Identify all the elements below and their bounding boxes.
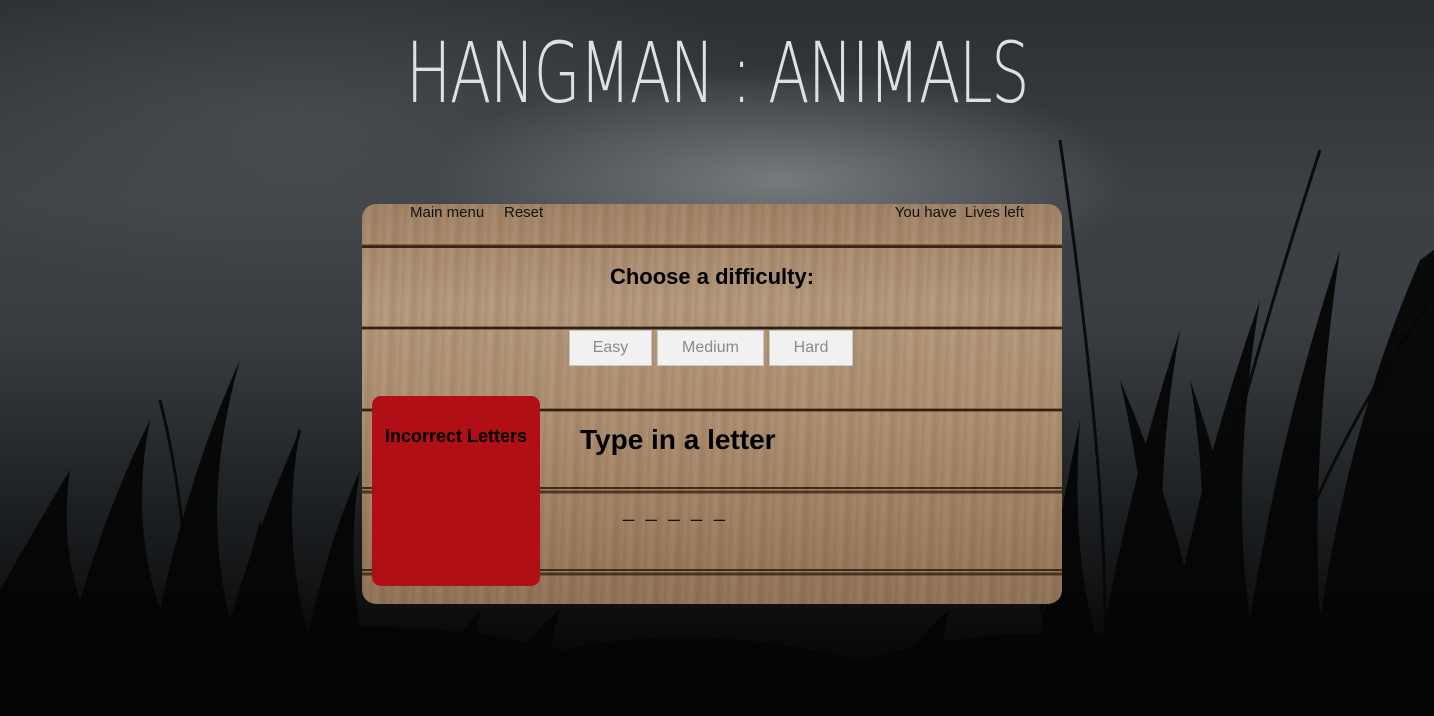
game-board: Main menu Reset You have Lives left Choos…: [362, 204, 1062, 604]
incorrect-letters-panel: Incorrect Letters: [372, 396, 540, 586]
page-title: HANGMAN : ANIMALS: [405, 24, 1030, 122]
plank-divider: [362, 327, 1062, 329]
letter-prompt: Type in a letter: [580, 424, 776, 455]
difficulty-button-group: Easy Medium Hard: [569, 330, 853, 366]
main-menu-link[interactable]: Main menu: [410, 204, 484, 222]
lives-indicator: You have Lives left: [895, 204, 1024, 222]
difficulty-heading: Choose a difficulty:: [609, 264, 815, 289]
easy-button[interactable]: Easy: [569, 330, 652, 366]
reset-link[interactable]: Reset: [504, 204, 543, 222]
word-blanks: _ _ _ _ _: [623, 500, 728, 522]
medium-button[interactable]: Medium: [657, 330, 764, 366]
lives-prefix: You have: [894, 204, 957, 221]
hard-button[interactable]: Hard: [769, 330, 853, 366]
incorrect-letters-title: Incorrect Letters: [384, 426, 528, 446]
plank-divider: [362, 246, 1062, 248]
lives-suffix: Lives left: [964, 204, 1024, 221]
